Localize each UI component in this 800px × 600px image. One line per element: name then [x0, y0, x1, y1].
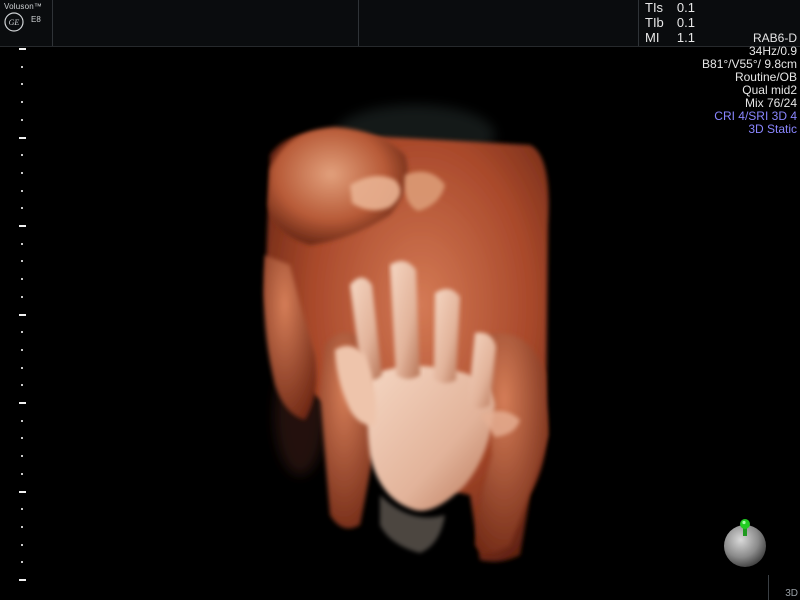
corner-divider — [768, 575, 769, 600]
ruler-major-tick — [19, 490, 26, 493]
exam-info-cell — [358, 0, 639, 46]
ruler-minor-tick — [21, 561, 23, 564]
ruler-minor-tick — [21, 384, 23, 387]
ruler-minor-tick — [21, 207, 23, 210]
ruler-major-tick — [19, 313, 26, 316]
ruler-major-tick — [19, 402, 26, 404]
ruler-minor-tick — [21, 118, 23, 121]
tib-label: TIb — [645, 15, 664, 30]
ruler-minor-tick — [21, 348, 23, 351]
ruler-minor-tick — [21, 295, 23, 298]
mi-label: MI — [645, 30, 660, 45]
safety-indices: TIs 0.1 TIb 0.1 MI 1.1 — [645, 0, 695, 45]
tis-label: TIs — [645, 0, 664, 15]
ruler-minor-tick — [21, 543, 23, 546]
ruler-minor-tick — [21, 419, 23, 422]
safety-index-tis: TIs 0.1 — [645, 0, 695, 15]
ruler-minor-tick — [21, 101, 23, 104]
ruler-major-tick — [19, 579, 26, 581]
ruler-major-tick — [19, 136, 26, 139]
ruler-major-tick — [19, 48, 26, 50]
ruler-minor-tick — [21, 331, 23, 334]
orientation-marker-icon — [724, 519, 766, 567]
mi-value: 1.1 — [676, 30, 695, 45]
param-mode: 3D Static — [748, 122, 797, 136]
tib-value: 0.1 — [676, 15, 695, 30]
ruler-minor-tick — [21, 278, 23, 281]
ruler-minor-tick — [21, 83, 23, 86]
acquisition-parameters: RAB6-D 34Hz/0.9 B81°/V55°/ 9.8cm Routine… — [702, 32, 797, 136]
ruler-minor-tick — [21, 189, 23, 192]
fetal-3d-render-image — [263, 105, 549, 562]
ruler-minor-tick — [21, 366, 23, 369]
device-model: E8 — [31, 15, 41, 24]
ruler-minor-tick — [21, 171, 23, 174]
ruler-minor-tick — [21, 437, 23, 440]
top-header-bar: Voluson™ GE E8 TIs 0.1 TIb 0.1 MI 1.1 — [0, 0, 800, 47]
ruler-minor-tick — [21, 525, 23, 528]
brand-name: Voluson™ — [4, 2, 43, 11]
ruler-minor-tick — [21, 242, 23, 245]
ruler-minor-tick — [21, 455, 23, 458]
ruler-minor-tick — [21, 260, 23, 263]
ruler-minor-tick — [21, 65, 23, 68]
ruler-major-tick — [19, 225, 26, 227]
ruler-minor-tick — [21, 472, 23, 475]
ruler-minor-tick — [21, 508, 23, 511]
safety-index-tib: TIb 0.1 — [645, 15, 695, 30]
ge-logo-icon: GE — [4, 12, 24, 32]
patient-info-cell — [52, 0, 359, 46]
depth-scale-ruler — [18, 46, 30, 600]
view-mode-tag: 3D — [785, 588, 798, 599]
brand-cell: Voluson™ GE E8 — [0, 0, 53, 46]
svg-text:GE: GE — [9, 18, 20, 27]
ruler-minor-tick — [21, 154, 23, 157]
safety-index-mi: MI 1.1 — [645, 30, 695, 45]
tis-value: 0.1 — [676, 0, 695, 15]
